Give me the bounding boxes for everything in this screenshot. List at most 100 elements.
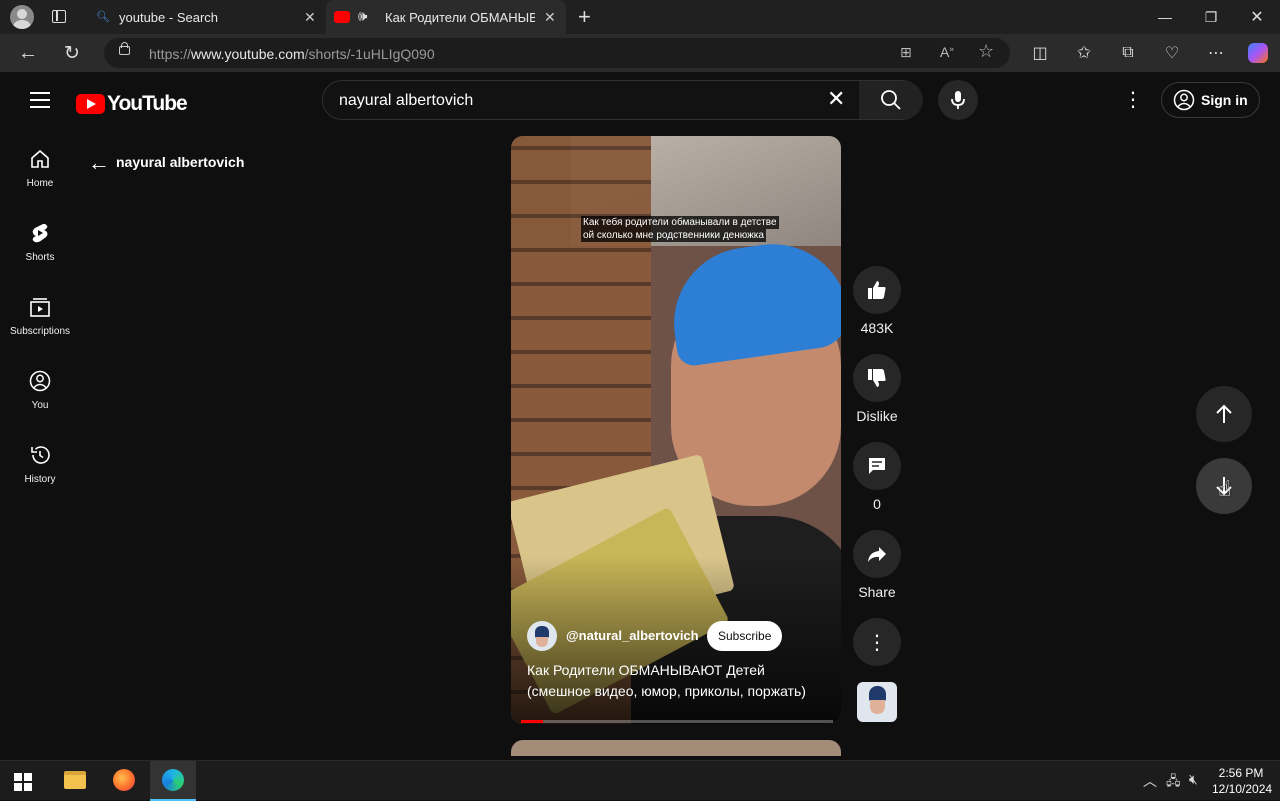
read-aloud-icon[interactable]: A»	[940, 44, 954, 60]
search-input[interactable]: nayural albertovich	[339, 92, 473, 110]
dislike-button[interactable]	[853, 354, 901, 402]
windows-logo-icon	[14, 773, 32, 791]
sidebar-item-you[interactable]: You	[4, 370, 76, 430]
sidebar-item-label: Shorts	[25, 252, 55, 263]
you-icon	[29, 370, 51, 392]
subscriptions-icon	[30, 298, 50, 317]
sidebar-item-label: History	[24, 474, 56, 485]
youtube-play-icon	[76, 94, 105, 114]
short-video-player[interactable]: Как тебя родители обманывали в детстве о…	[511, 136, 841, 724]
home-icon	[31, 149, 49, 168]
like-button[interactable]	[853, 266, 901, 314]
start-button[interactable]	[14, 773, 32, 791]
clock-time: 2:56 PM	[1218, 766, 1264, 780]
comments-button[interactable]	[853, 442, 901, 490]
progress-bar-track[interactable]	[521, 720, 833, 723]
refresh-icon[interactable]: ↻	[60, 41, 84, 65]
back-icon[interactable]: ←	[16, 41, 40, 65]
sidebar-item-home[interactable]: Home	[4, 148, 76, 208]
lock-shackle-icon	[121, 42, 128, 48]
clock-date: 12/10/2024	[1212, 782, 1273, 796]
dislike-label: Dislike	[856, 408, 898, 424]
favorite-star-icon[interactable]: ☆	[978, 41, 994, 62]
clock[interactable]: 2:56 PM 12/10/2024	[1212, 765, 1273, 797]
volume-muted-icon[interactable]: 🔇︎	[1189, 771, 1198, 788]
thumbs-down-icon	[868, 369, 886, 387]
split-screen-icon[interactable]: ◫	[1028, 41, 1052, 65]
minimize-button[interactable]: —	[1142, 0, 1188, 34]
share-button[interactable]	[853, 530, 901, 578]
app-available-icon[interactable]: ⊞	[900, 44, 912, 61]
browser-toolbar: ← ↻ https://www.youtube.com/shorts/-1uHL…	[0, 34, 1280, 72]
edge-taskbar-button[interactable]	[150, 761, 196, 801]
share-icon	[868, 547, 886, 562]
short-title: Как Родители ОБМАНЫВАЮТ Детей (смешное в…	[527, 662, 806, 699]
search-icon: 🔍︎	[96, 11, 110, 23]
chevron-up-icon[interactable]: ︿	[1143, 771, 1157, 791]
search-result-title: nayural albertovich	[116, 154, 245, 170]
search-icon	[881, 90, 901, 110]
restore-button[interactable]: ❐	[1188, 0, 1234, 34]
sidebar-item-label: Subscriptions	[9, 326, 71, 337]
microphone-icon	[951, 91, 965, 109]
account-icon	[1173, 89, 1195, 111]
like-count: 483K	[860, 320, 894, 336]
share-label: Share	[858, 584, 896, 600]
hamburger-menu-icon[interactable]	[30, 92, 50, 108]
close-icon[interactable]: ✕	[544, 9, 556, 26]
network-icon[interactable]: 🖧︎	[1166, 772, 1181, 794]
search-box: nayural albertovich ✕	[322, 80, 923, 120]
progress-bar-fill	[521, 720, 543, 723]
youtube-logo-text: YouTube	[107, 92, 188, 115]
more-vertical-icon: ⋮	[867, 631, 887, 654]
copilot-icon[interactable]	[1246, 41, 1270, 65]
sidebar-item-label: You	[31, 400, 49, 411]
channel-handle[interactable]: @natural_albertovich	[566, 628, 699, 643]
subscribe-button[interactable]: Subscribe	[707, 621, 783, 651]
thumbs-up-icon	[868, 281, 886, 299]
file-explorer-icon[interactable]	[64, 771, 86, 789]
tab-actions-icon[interactable]	[52, 10, 66, 23]
sign-in-label: Sign in	[1201, 92, 1248, 108]
more-options-icon[interactable]: ⋯	[1204, 41, 1228, 65]
comment-count: 0	[873, 496, 881, 512]
youtube-page: YouTube nayural albertovich ✕ ⋮ Sign in …	[4, 72, 1276, 756]
edge-icon	[162, 769, 184, 791]
tab-title: youtube - Search	[119, 10, 219, 25]
voice-search-button[interactable]	[938, 80, 978, 120]
firefox-icon[interactable]	[113, 769, 135, 791]
hand-cursor-icon: ☝	[1218, 476, 1232, 501]
url-text[interactable]: https://www.youtube.com/shorts/-1uHLIgQ0…	[149, 46, 435, 62]
settings-more-icon[interactable]: ⋮	[1123, 88, 1143, 112]
back-arrow-icon[interactable]: ←	[88, 150, 110, 176]
channel-avatar[interactable]	[527, 621, 557, 651]
close-icon[interactable]: ✕	[304, 9, 316, 26]
sidebar-item-shorts[interactable]: Shorts	[4, 222, 76, 282]
sound-thumbnail[interactable]	[857, 682, 897, 722]
youtube-logo[interactable]: YouTube	[76, 92, 188, 116]
arrow-up-icon	[1216, 404, 1232, 423]
more-actions-button[interactable]: ⋮	[853, 618, 901, 666]
previous-short-button[interactable]	[1196, 386, 1252, 442]
sidebar-item-history[interactable]: History	[4, 444, 76, 504]
address-bar[interactable]: https://www.youtube.com/shorts/-1uHLIgQ0…	[104, 38, 1010, 68]
search-button[interactable]	[859, 81, 923, 119]
speaker-icon[interactable]: 🕪︎	[358, 8, 367, 25]
favorites-icon[interactable]: ✩	[1072, 41, 1096, 65]
history-icon	[31, 446, 50, 464]
windows-taskbar: ︿ 🖧︎ 🔇︎ 2:56 PM 12/10/2024	[0, 760, 1280, 801]
collections-icon[interactable]: ⧉	[1116, 41, 1140, 65]
sidebar-item-subscriptions[interactable]: Subscriptions	[4, 296, 76, 356]
browser-tab-strip: 🔍︎ youtube - Search ✕ 🕪︎ Как Родители ОБ…	[0, 0, 1280, 34]
profile-avatar[interactable]	[10, 5, 34, 29]
tab-youtube-search[interactable]: 🔍︎ youtube - Search ✕	[88, 0, 324, 34]
sign-in-button[interactable]: Sign in	[1161, 82, 1260, 118]
close-window-button[interactable]: ✕	[1234, 0, 1280, 34]
sidebar-item-label: Home	[26, 178, 54, 189]
clear-search-icon[interactable]: ✕	[827, 86, 845, 112]
next-short-preview[interactable]	[511, 740, 841, 756]
browser-essentials-icon[interactable]: ♡	[1160, 41, 1184, 65]
tab-youtube-short[interactable]: 🕪︎ Как Родители ОБМАНЫВАЮ ✕	[326, 0, 566, 34]
youtube-favicon-icon	[334, 11, 350, 23]
new-tab-icon[interactable]: +	[578, 4, 591, 30]
